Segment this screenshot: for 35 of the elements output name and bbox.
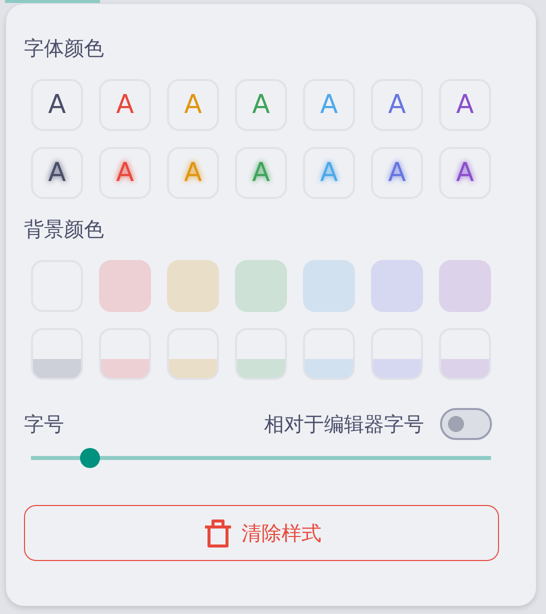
relative-size-label: 相对于编辑器字号 (264, 410, 424, 438)
background-color-swatch[interactable] (31, 328, 83, 380)
font-color-swatch[interactable]: A (99, 79, 151, 131)
background-color-swatch[interactable] (235, 328, 287, 380)
section-title: 背景颜色 (24, 216, 105, 243)
background-color-swatch[interactable] (439, 260, 491, 312)
background-color-swatch[interactable] (167, 328, 219, 380)
font-color-swatch[interactable]: A (439, 147, 491, 199)
background-color-swatch[interactable] (235, 260, 287, 312)
font-size-label: 字号 (24, 410, 64, 438)
font-color-swatch[interactable]: A (371, 147, 423, 199)
font-color-swatch[interactable]: A (371, 79, 423, 131)
background-color-swatch[interactable] (99, 328, 151, 380)
background-color-swatch[interactable] (371, 260, 423, 312)
background-color-swatch[interactable] (303, 328, 355, 380)
background-color-swatch[interactable] (167, 260, 219, 312)
font-color-swatch[interactable]: A (167, 147, 219, 199)
font-color-swatch[interactable]: A (235, 147, 287, 199)
font-color-swatch[interactable]: A (167, 79, 219, 131)
font-color-swatch[interactable]: A (31, 147, 83, 199)
background-color-swatch[interactable] (439, 328, 491, 380)
font-color-swatch[interactable]: A (303, 147, 355, 199)
font-color-swatch[interactable]: A (439, 79, 491, 131)
font-color-swatch[interactable]: A (99, 147, 151, 199)
font-size-slider[interactable] (31, 446, 491, 470)
font-color-swatch[interactable]: A (31, 79, 83, 131)
background-color-swatch[interactable] (303, 260, 355, 312)
section-title: 字体颜色 (24, 35, 105, 62)
font-color-swatch[interactable]: A (235, 79, 287, 131)
background-color-swatch[interactable] (99, 260, 151, 312)
clear-style-button[interactable]: 清除样式 (24, 505, 499, 561)
font-color-swatch[interactable]: A (303, 79, 355, 131)
slider-thumb[interactable] (80, 448, 100, 468)
background-color-swatch[interactable] (371, 328, 423, 380)
toggle-switch[interactable] (440, 408, 492, 440)
